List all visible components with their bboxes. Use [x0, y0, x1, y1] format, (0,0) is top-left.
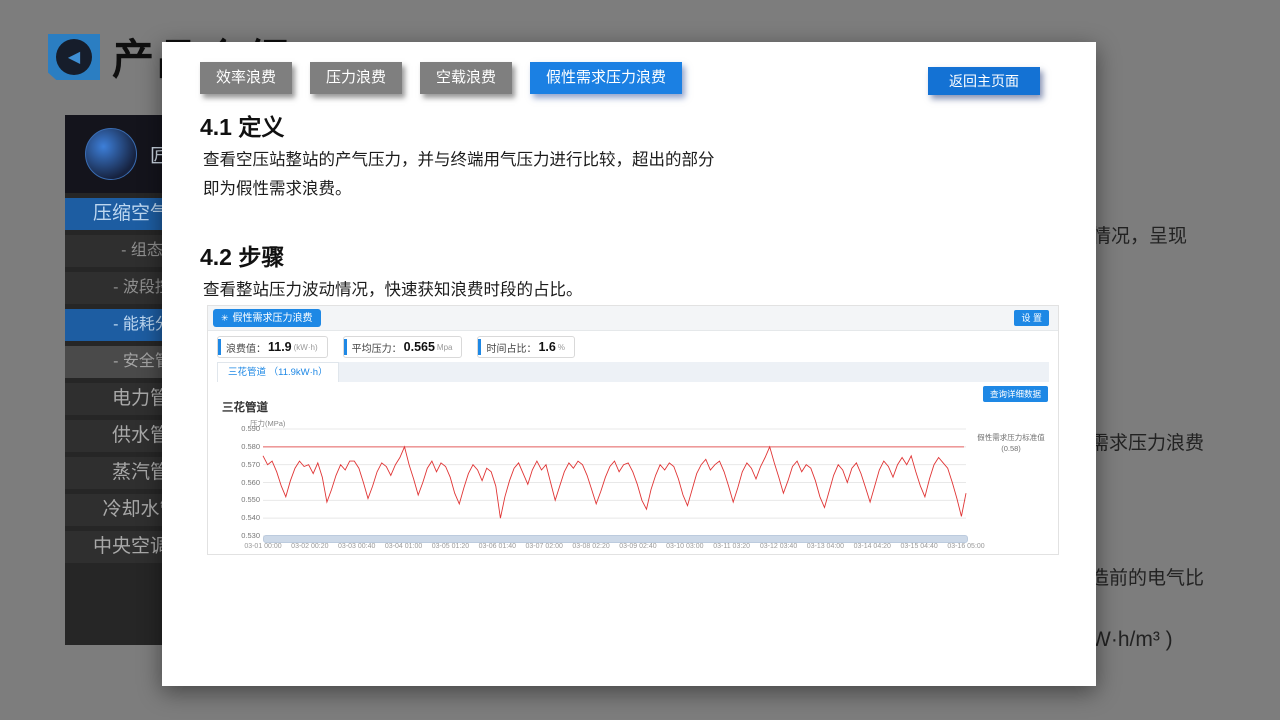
stat-box-1: 浪费值：11.9(kW·h)	[217, 336, 328, 358]
clipped-slide-text: 情况，呈现	[1092, 221, 1187, 248]
body-line: 查看整站压力波动情况，快速获知浪费时段的占比。	[203, 276, 583, 305]
return-home-button[interactable]: 返回主页面	[928, 67, 1040, 95]
y-tick: 0.590	[224, 424, 260, 433]
threshold-value: (0.58)	[966, 443, 1056, 454]
stat-value: 11.9	[268, 340, 292, 354]
y-tick: 0.570	[224, 460, 260, 469]
badge-label: 假性需求压力浪费	[233, 313, 313, 324]
back-triangle-icon: ◀	[56, 39, 92, 75]
stat-unit: (kW·h)	[294, 343, 318, 352]
stat-value: 1.6	[538, 340, 555, 354]
stat-box-3: 时间占比：1.6%	[477, 336, 575, 358]
threshold-label: 假性需求压力标准值	[966, 432, 1056, 443]
stat-unit: %	[558, 343, 565, 352]
waste-tab-3[interactable]: 空载浪费	[420, 62, 512, 94]
screenshot-header	[208, 306, 1058, 331]
company-logo-icon	[85, 128, 137, 180]
section-body-definition: 查看空压站整站的产气压力，并与终端用气压力进行比较，超出的部分 即为假性需求浪费…	[203, 146, 715, 204]
y-tick: 0.540	[224, 513, 260, 522]
stat-box-2: 平均压力：0.565Mpa	[343, 336, 463, 358]
chart-title: 三花管道	[222, 399, 268, 415]
stat-value: 0.565	[404, 340, 435, 354]
clipped-slide-text: 造前的电气比	[1090, 563, 1204, 590]
stat-unit: Mpa	[437, 343, 453, 352]
waste-tab-4[interactable]: 假性需求压力浪费	[530, 62, 682, 94]
waste-tabs: 效率浪费压力浪费空载浪费假性需求压力浪费	[200, 62, 682, 94]
y-tick: 0.550	[224, 495, 260, 504]
atom-icon: ✳	[221, 313, 229, 323]
embedded-screenshot: ✳ 假性需求压力浪费 设 置 浪费值：11.9(kW·h) 平均压力：0.565Mp…	[207, 305, 1059, 555]
threshold-annotation: 假性需求压力标准值 (0.58)	[966, 432, 1056, 454]
waste-tab-1[interactable]: 效率浪费	[200, 62, 292, 94]
body-line: 查看空压站整站的产气压力，并与终端用气压力进行比较，超出的部分	[203, 146, 715, 175]
x-tick: 03-16 05:00	[938, 543, 994, 550]
stats-row: 浪费值：11.9(kW·h) 平均压力：0.565Mpa 时间占比：1.6%	[217, 336, 575, 358]
y-tick: 0.580	[224, 442, 260, 451]
back-icon[interactable]: ◀	[48, 34, 100, 80]
y-tick: 0.560	[224, 478, 260, 487]
body-line: 即为假性需求浪费。	[203, 175, 715, 204]
query-detail-button[interactable]: 查询详细数据	[983, 386, 1048, 402]
stat-label: 浪费值：	[226, 340, 266, 355]
y-tick: 0.530	[224, 531, 260, 540]
pipe-tab-sanhua[interactable]: 三花管道 （11.9kW·h）	[217, 362, 339, 382]
settings-button[interactable]: 设 置	[1014, 310, 1049, 326]
pipe-tab-strip: 三花管道 （11.9kW·h）	[217, 362, 1049, 382]
stat-label: 时间占比：	[486, 340, 536, 355]
chart-scrollbar[interactable]	[263, 535, 968, 543]
section-body-steps: 查看整站压力波动情况，快速获知浪费时段的占比。	[203, 276, 583, 305]
waste-tab-2[interactable]: 压力浪费	[310, 62, 402, 94]
section-heading-steps: 4.2 步骤	[200, 238, 284, 272]
section-heading-definition: 4.1 定义	[200, 108, 284, 142]
stat-label: 平均压力：	[352, 340, 402, 355]
clipped-slide-text: 需求压力浪费	[1090, 428, 1204, 455]
waste-type-badge[interactable]: ✳ 假性需求压力浪费	[213, 309, 321, 327]
content-modal: 效率浪费压力浪费空载浪费假性需求压力浪费 返回主页面 4.1 定义 查看空压站整…	[162, 42, 1096, 686]
clipped-slide-text: W·h/m³ )	[1091, 628, 1173, 652]
